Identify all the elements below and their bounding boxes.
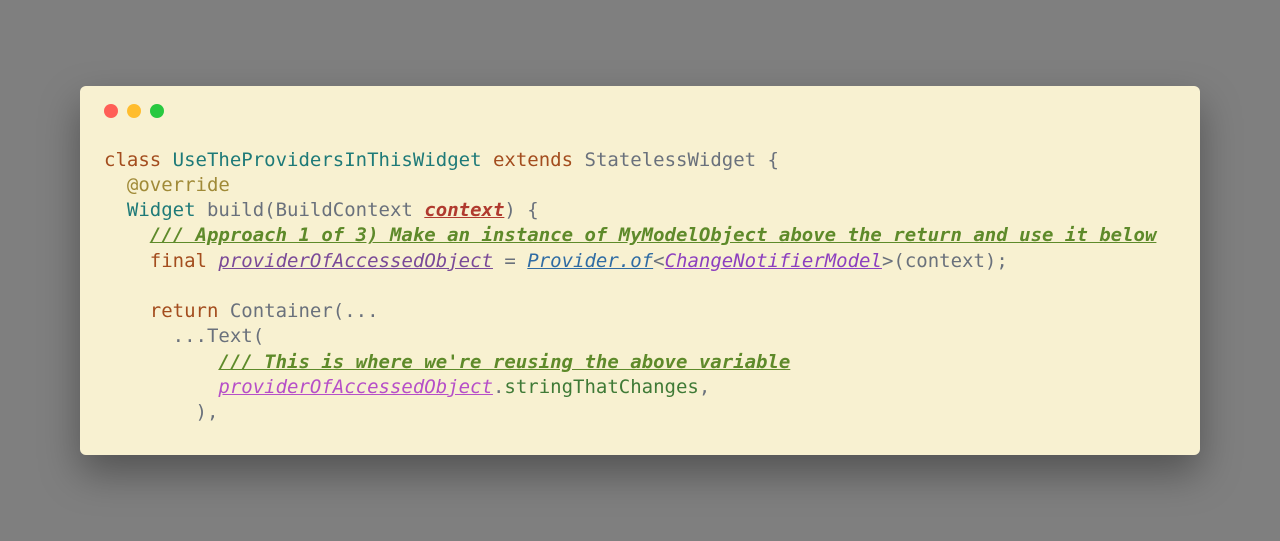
keyword-class: class bbox=[104, 149, 161, 171]
code-block: class UseTheProvidersInThisWidget extend… bbox=[104, 148, 1176, 426]
keyword-extends: extends bbox=[493, 149, 573, 171]
indent bbox=[104, 199, 127, 221]
minimize-icon[interactable] bbox=[127, 104, 141, 118]
comment-approach: /// Approach 1 of 3) Make an instance of… bbox=[150, 224, 1157, 246]
method-sig: build(BuildContext bbox=[196, 199, 425, 221]
zoom-icon[interactable] bbox=[150, 104, 164, 118]
indent bbox=[104, 351, 218, 373]
angle-open: < bbox=[653, 250, 664, 272]
method-sig-close: ) { bbox=[504, 199, 538, 221]
class-name: UseTheProvidersInThisWidget bbox=[173, 149, 482, 171]
traffic-lights bbox=[104, 104, 1176, 118]
provider-of-call: Provider.of bbox=[527, 250, 653, 272]
indent bbox=[104, 376, 218, 398]
indent bbox=[104, 174, 127, 196]
brace-open: { bbox=[756, 149, 779, 171]
text-call: ...Text( bbox=[173, 325, 265, 347]
paren-close: ), bbox=[196, 401, 219, 423]
dot: . bbox=[493, 376, 504, 398]
container-call: Container(... bbox=[218, 300, 378, 322]
param-context: context bbox=[424, 199, 504, 221]
superclass: StatelessWidget bbox=[585, 149, 757, 171]
indent bbox=[104, 250, 150, 272]
var-decl: providerOfAccessedObject bbox=[218, 250, 493, 272]
indent bbox=[104, 325, 173, 347]
keyword-return: return bbox=[150, 300, 219, 322]
angle-close: > bbox=[882, 250, 893, 272]
code-window: class UseTheProvidersInThisWidget extend… bbox=[80, 86, 1200, 456]
member-access: stringThatChanges bbox=[504, 376, 698, 398]
annotation-override: @override bbox=[127, 174, 230, 196]
return-type: Widget bbox=[127, 199, 196, 221]
trailing-comma: , bbox=[699, 376, 710, 398]
keyword-final: final bbox=[150, 250, 207, 272]
comment-reuse: /// This is where we're reusing the abov… bbox=[218, 351, 790, 373]
call-args: (context); bbox=[893, 250, 1007, 272]
generic-type: ChangeNotifierModel bbox=[665, 250, 882, 272]
indent bbox=[104, 401, 196, 423]
indent bbox=[104, 300, 150, 322]
indent bbox=[104, 224, 150, 246]
close-icon[interactable] bbox=[104, 104, 118, 118]
var-use: providerOfAccessedObject bbox=[218, 376, 493, 398]
equals: = bbox=[493, 250, 527, 272]
